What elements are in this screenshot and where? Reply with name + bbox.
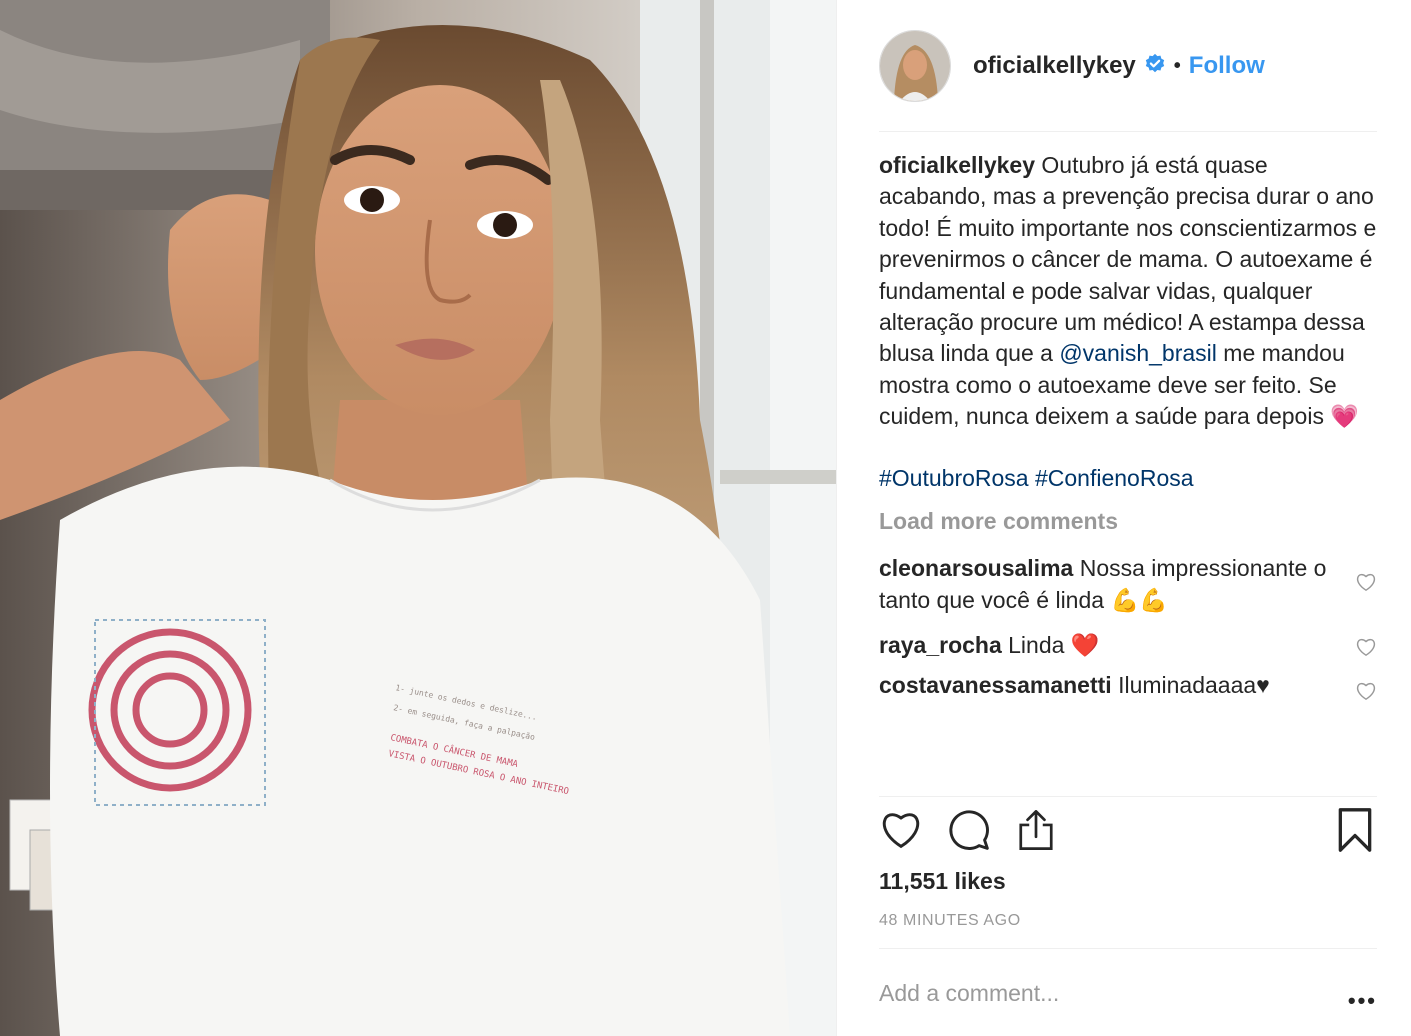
post-timestamp[interactable]: 48 MINUTES AGO	[879, 912, 1021, 930]
header-username[interactable]: oficialkellykey	[973, 52, 1136, 80]
more-options-icon[interactable]: •••	[1348, 988, 1377, 1014]
follow-button[interactable]: Follow	[1189, 52, 1265, 80]
caption: oficialkellykey Outubro já está quase ac…	[879, 150, 1377, 494]
verified-badge-icon	[1144, 53, 1166, 80]
bookmark-icon[interactable]	[1335, 808, 1375, 857]
comment-username[interactable]: costavanessamanetti	[879, 672, 1112, 698]
comments-divider	[879, 796, 1377, 797]
caption-username[interactable]: oficialkellykey	[879, 152, 1035, 178]
comment-like-heart-icon[interactable]	[1355, 678, 1377, 709]
header-divider	[879, 131, 1377, 132]
comment-username[interactable]: raya_rocha	[879, 632, 1002, 658]
hashtag-link[interactable]: #ConfienoRosa	[1035, 465, 1194, 491]
post-photo[interactable]: COMBATA O CÂNCER DE MAMA VISTA O OUTUBRO…	[0, 0, 836, 1036]
load-more-comments-button[interactable]: Load more comments	[879, 506, 1377, 537]
caption-text: Outubro já está quase acabando, mas a pr…	[879, 152, 1377, 367]
comment-text: Iluminadaaaa♥	[1118, 671, 1270, 698]
comment-emoji: ❤️	[1070, 632, 1100, 659]
comment-emoji: 💪💪	[1110, 586, 1168, 613]
comment-like-heart-icon[interactable]	[1355, 634, 1377, 665]
hashtag-link[interactable]: #OutubroRosa	[879, 465, 1029, 491]
comment-row: costavanessamanetti Iluminadaaaa♥	[879, 670, 1377, 701]
comments-section[interactable]: oficialkellykey Outubro já está quase ac…	[879, 150, 1377, 795]
post-details-panel: oficialkellykey • Follow oficialkellykey…	[836, 0, 1411, 1036]
footer-divider	[879, 948, 1377, 949]
photo-illustration: COMBATA O CÂNCER DE MAMA VISTA O OUTUBRO…	[0, 0, 836, 1036]
avatar-image	[880, 31, 950, 101]
heart-icon[interactable]	[879, 808, 923, 855]
action-bar	[879, 808, 1379, 858]
post-header: oficialkellykey • Follow	[879, 30, 1379, 102]
comment-username[interactable]: cleonarsousalima	[879, 555, 1073, 581]
comment-text: Linda	[1008, 632, 1065, 659]
comment-row: raya_rocha Linda ❤️	[879, 630, 1377, 661]
likes-count[interactable]: 11,551 likes	[879, 868, 1006, 895]
caption-hashtags: #OutubroRosa #ConfienoRosa	[879, 463, 1377, 494]
comment-like-heart-icon[interactable]	[1355, 569, 1377, 600]
add-comment-input[interactable]: Add a comment...	[879, 980, 1059, 1007]
caption-mention-link[interactable]: @vanish_brasil	[1059, 340, 1217, 366]
comment-icon[interactable]	[947, 808, 991, 857]
instagram-post: COMBATA O CÂNCER DE MAMA VISTA O OUTUBRO…	[0, 0, 1411, 1036]
share-icon[interactable]	[1015, 808, 1057, 857]
separator-dot: •	[1173, 54, 1181, 77]
comment-row: cleonarsousalima Nossa impressionante o …	[879, 553, 1377, 616]
avatar[interactable]	[879, 30, 951, 102]
caption-emoji: 💗	[1330, 403, 1359, 430]
